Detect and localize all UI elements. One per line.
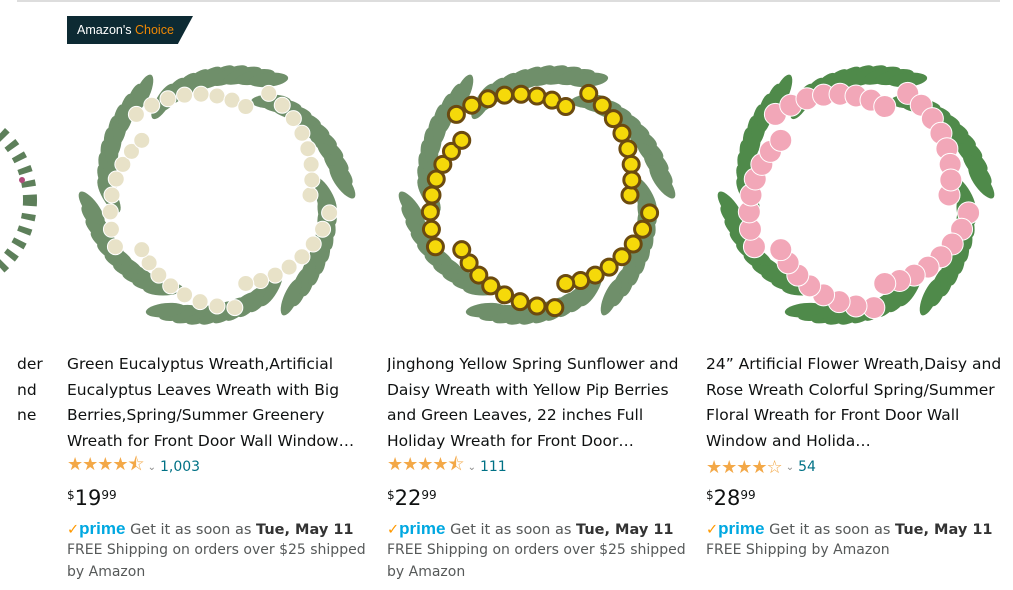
star-rating-icon[interactable]: ★★★★⯪ <box>387 452 465 482</box>
product-card: 24” Artificial Flower Wreath,Daisy and R… <box>706 45 1006 561</box>
review-count-link[interactable]: 111 <box>480 459 507 475</box>
partial-product-image[interactable] <box>0 120 40 294</box>
price[interactable]: $28 99 <box>706 485 1006 515</box>
review-count-link[interactable]: 54 <box>798 459 816 475</box>
product-card: Jinghong Yellow Spring Sunflower and Dai… <box>387 45 687 583</box>
review-count-link[interactable]: 1,003 <box>160 459 200 475</box>
amazons-choice-badge: Amazon's Choice <box>67 16 193 44</box>
product-title[interactable]: 24” Artificial Flower Wreath,Daisy and R… <box>706 352 1006 455</box>
chevron-down-icon[interactable]: ⌄ <box>786 462 794 473</box>
product-image[interactable] <box>387 45 687 345</box>
prime-check-icon: ✓ <box>706 522 719 538</box>
prime-check-icon: ✓ <box>67 522 80 538</box>
divider <box>17 0 1000 2</box>
shipping-info: FREE Shipping on orders over $25 shipped… <box>67 542 366 580</box>
star-rating-icon[interactable]: ★★★★☆ <box>706 457 783 478</box>
delivery-info: ✓prime Get it as soon as Tue, May 11 <box>67 519 354 538</box>
wreath-image <box>398 65 676 325</box>
delivery-info: ✓prime Get it as soon as Tue, May 11 <box>387 519 674 538</box>
price[interactable]: $22 99 <box>387 485 687 515</box>
rating: ★★★★⯪ ⌄ 1,003 <box>67 452 367 482</box>
chevron-down-icon[interactable]: ⌄ <box>468 462 476 473</box>
prime-logo: prime <box>399 519 446 538</box>
prime-logo: prime <box>718 519 765 538</box>
rating: ★★★★⯪ ⌄ 111 <box>387 452 687 482</box>
wreath-image <box>717 65 995 325</box>
chevron-down-icon[interactable]: ⌄ <box>148 462 156 473</box>
shipping-info: FREE Shipping on orders over $25 shipped… <box>387 542 686 580</box>
shipping-info: FREE Shipping by Amazon <box>706 542 890 558</box>
product-title[interactable]: Green Eucalyptus Wreath,Artificial Eucal… <box>67 352 367 455</box>
price[interactable]: $19 99 <box>67 485 367 515</box>
product-card: Green Eucalyptus Wreath,Artificial Eucal… <box>67 45 367 583</box>
product-image[interactable] <box>706 45 1006 345</box>
partial-product-title[interactable]: der nd ne <box>17 352 47 429</box>
prime-logo: prime <box>79 519 126 538</box>
star-rating-icon[interactable]: ★★★★⯪ <box>67 452 145 482</box>
prime-check-icon: ✓ <box>387 522 400 538</box>
product-image[interactable] <box>67 45 367 345</box>
wreath-image <box>78 65 356 325</box>
product-title[interactable]: Jinghong Yellow Spring Sunflower and Dai… <box>387 352 687 455</box>
rating: ★★★★☆ ⌄ 54 <box>706 455 1006 479</box>
delivery-info: ✓prime Get it as soon as Tue, May 11 <box>706 519 993 538</box>
